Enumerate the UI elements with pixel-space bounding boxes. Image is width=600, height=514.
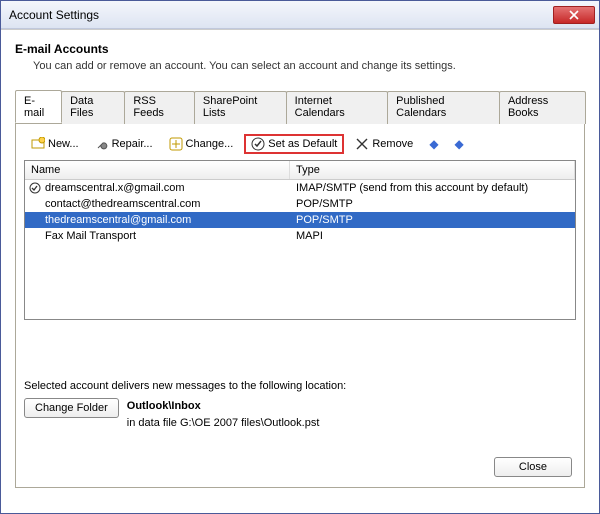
new-label: New... (48, 138, 79, 150)
repair-icon (95, 137, 109, 151)
tabstrip: E-mail Data Files RSS Feeds SharePoint L… (15, 90, 585, 124)
tab-address-books[interactable]: Address Books (499, 91, 586, 124)
account-type: POP/SMTP (290, 213, 575, 227)
account-name: dreamscentral.x@gmail.com (45, 182, 185, 194)
repair-label: Repair... (112, 138, 153, 150)
default-indicator-icon (29, 182, 41, 194)
tab-published-calendars[interactable]: Published Calendars (387, 91, 500, 124)
change-label: Change... (186, 138, 234, 150)
dialog-buttons: Close (494, 457, 572, 477)
delivery-location-text: Outlook\Inbox in data file G:\OE 2007 fi… (127, 398, 320, 431)
tab-panel-email: New... Repair... Change... (15, 124, 585, 488)
remove-icon (355, 137, 369, 151)
window-close-button[interactable] (553, 6, 595, 24)
close-button[interactable]: Close (494, 457, 572, 477)
titlebar: Account Settings (1, 1, 599, 29)
window-title: Account Settings (9, 8, 553, 22)
delivery-datafile: in data file G:\OE 2007 files\Outlook.ps… (127, 417, 320, 429)
new-icon (31, 137, 45, 151)
account-row[interactable]: dreamscentral.x@gmail.com IMAP/SMTP (sen… (25, 180, 575, 196)
change-folder-button[interactable]: Change Folder (24, 398, 119, 418)
account-settings-window: Account Settings E-mail Accounts You can… (0, 0, 600, 514)
column-name[interactable]: Name (25, 161, 290, 179)
change-button[interactable]: Change... (164, 134, 239, 154)
repair-button[interactable]: Repair... (90, 134, 158, 154)
page-heading: E-mail Accounts (15, 42, 585, 56)
arrow-down-icon: ◆ (455, 137, 464, 151)
tab-sharepoint-lists[interactable]: SharePoint Lists (194, 91, 287, 124)
delivery-location-row: Change Folder Outlook\Inbox in data file… (24, 398, 576, 431)
change-icon (169, 137, 183, 151)
page-subheading: You can add or remove an account. You ca… (33, 60, 585, 72)
account-name: Fax Mail Transport (45, 230, 136, 242)
set-as-default-label: Set as Default (268, 138, 337, 150)
content-area: E-mail Accounts You can add or remove an… (1, 29, 599, 513)
arrow-up-icon: ◆ (429, 137, 438, 151)
tab-email[interactable]: E-mail (15, 90, 62, 123)
tab-rss-feeds[interactable]: RSS Feeds (124, 91, 195, 124)
remove-button[interactable]: Remove (350, 134, 418, 154)
accounts-list: Name Type dreamscentral.x@gmail.com IMAP… (24, 160, 576, 320)
list-header: Name Type (25, 161, 575, 180)
tab-internet-calendars[interactable]: Internet Calendars (286, 91, 389, 124)
toolbar: New... Repair... Change... (24, 132, 576, 160)
tab-data-files[interactable]: Data Files (61, 91, 125, 124)
delivery-location-label: Selected account delivers new messages t… (24, 380, 576, 392)
default-check-icon (251, 137, 265, 151)
close-icon (569, 10, 579, 20)
account-row[interactable]: Fax Mail Transport MAPI (25, 228, 575, 244)
account-type: MAPI (290, 229, 575, 243)
move-up-button[interactable]: ◆ (424, 134, 443, 154)
account-type: POP/SMTP (290, 197, 575, 211)
move-down-button[interactable]: ◆ (450, 134, 469, 154)
delivery-folder: Outlook\Inbox (127, 400, 201, 412)
account-name: thedreamscentral@gmail.com (45, 214, 191, 226)
account-name: contact@thedreamscentral.com (45, 198, 200, 210)
account-row[interactable]: contact@thedreamscentral.com POP/SMTP (25, 196, 575, 212)
column-type[interactable]: Type (290, 161, 575, 179)
new-button[interactable]: New... (26, 134, 84, 154)
remove-label: Remove (372, 138, 413, 150)
set-as-default-button[interactable]: Set as Default (244, 134, 344, 154)
account-row[interactable]: thedreamscentral@gmail.com POP/SMTP (25, 212, 575, 228)
account-type: IMAP/SMTP (send from this account by def… (290, 181, 575, 195)
